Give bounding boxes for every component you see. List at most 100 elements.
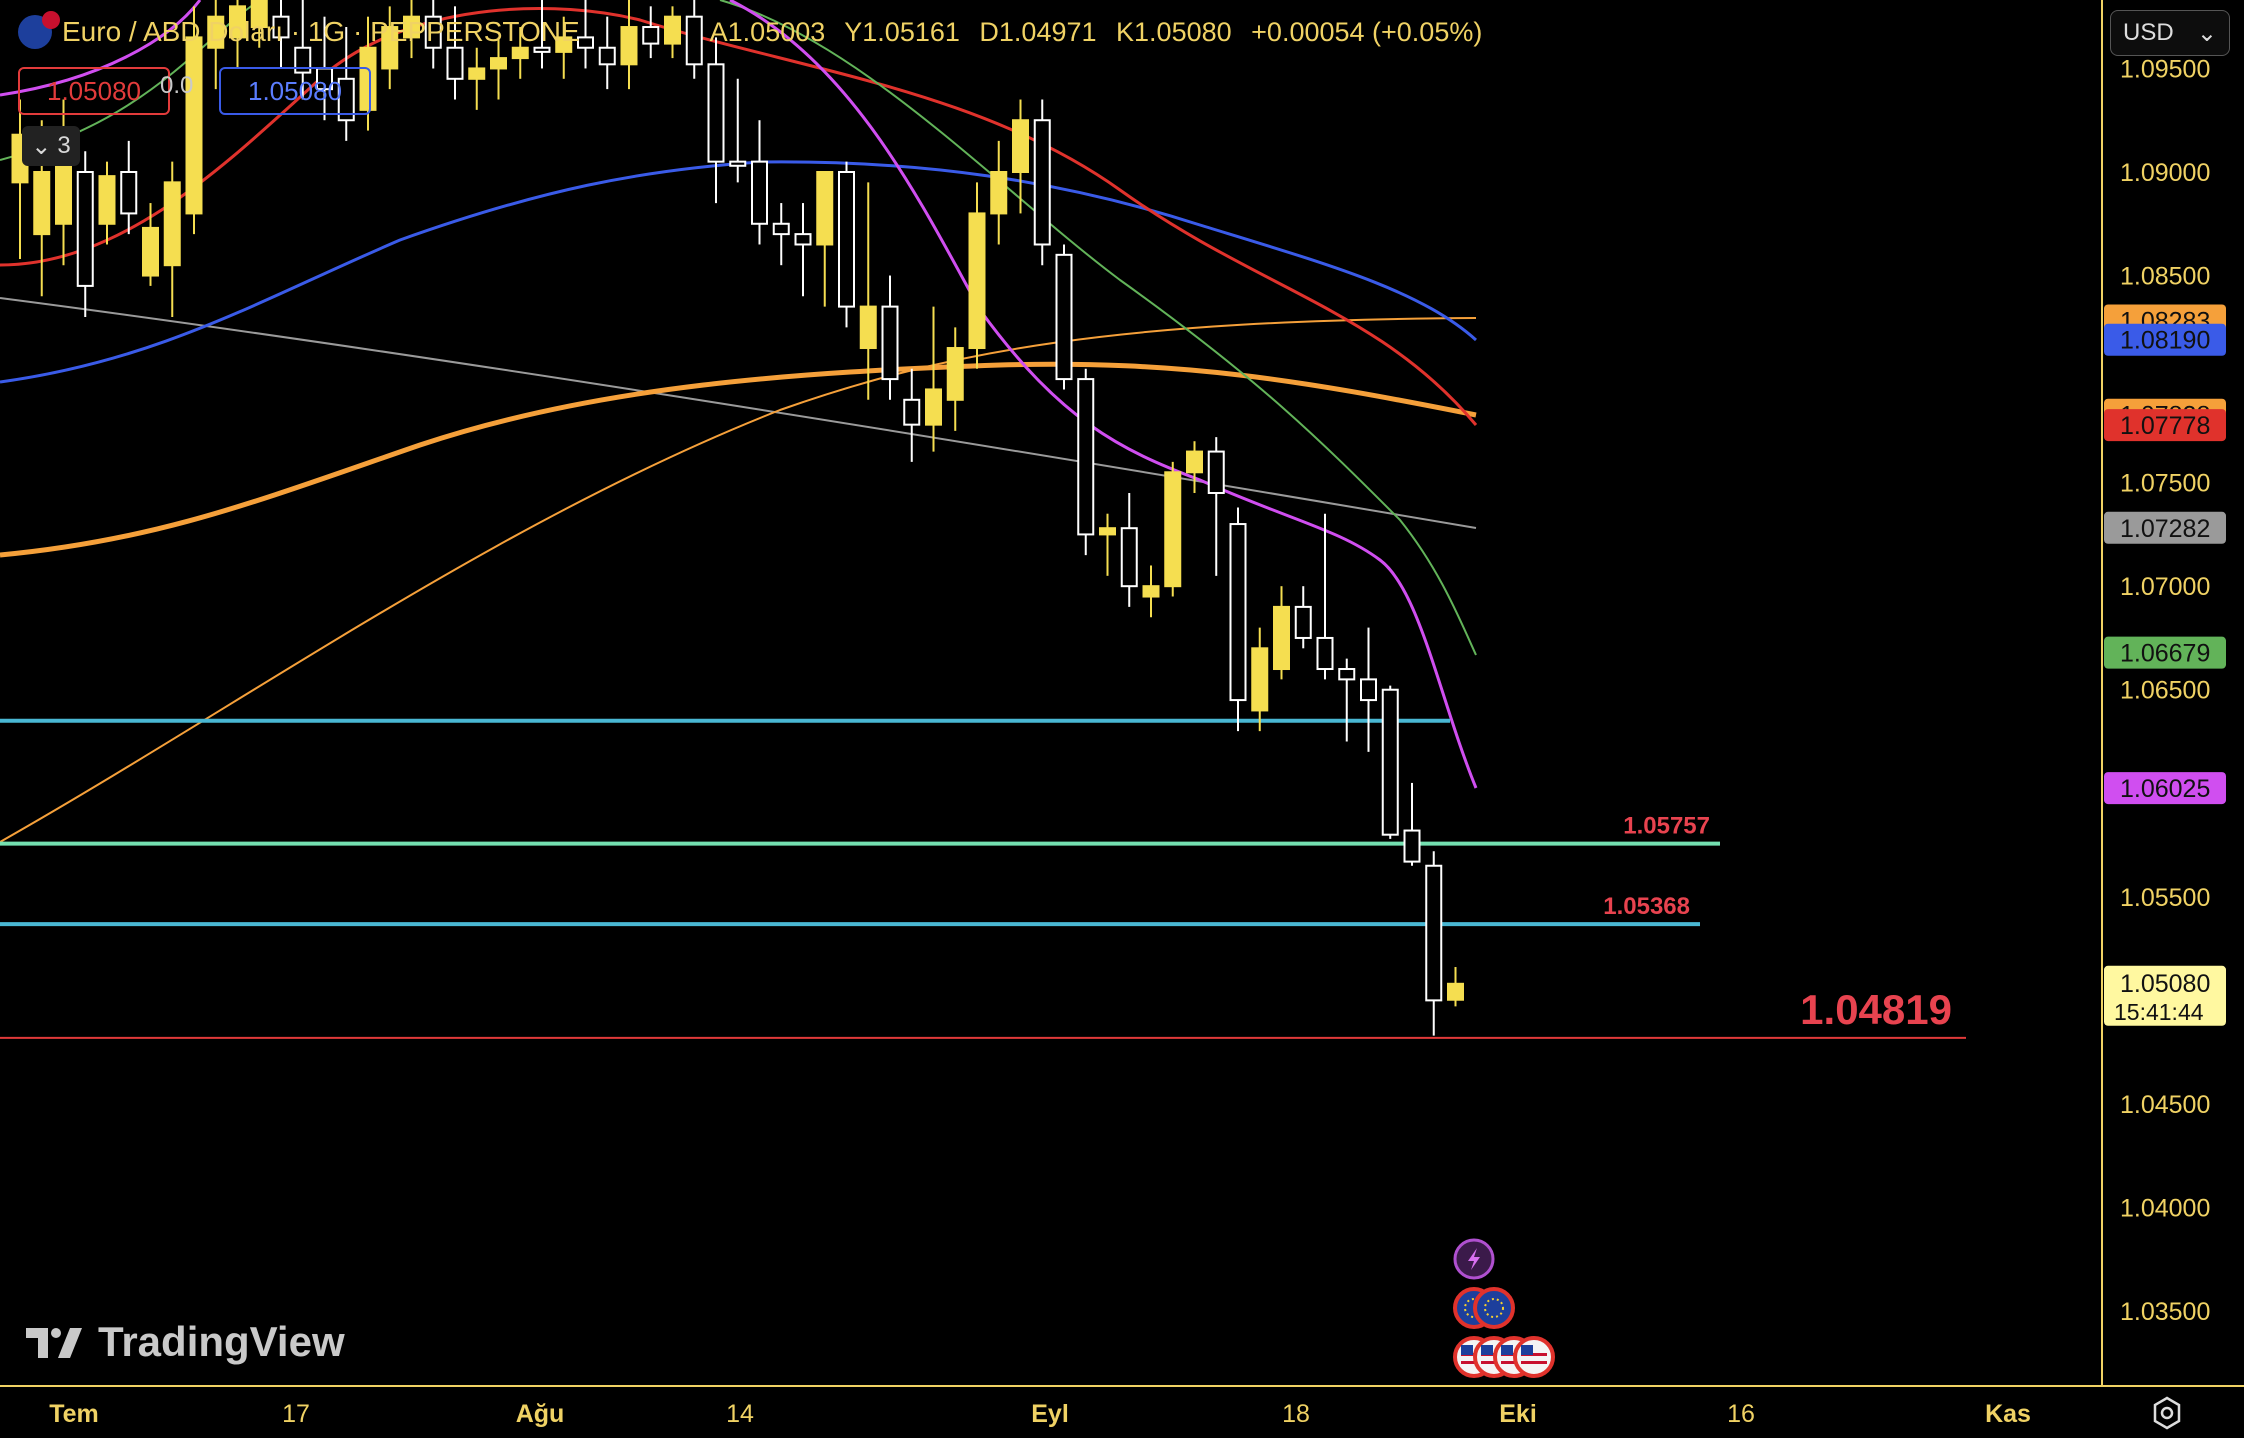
candle[interactable] bbox=[1033, 99, 1051, 266]
candle-body bbox=[1381, 688, 1399, 836]
candle[interactable] bbox=[1055, 244, 1073, 390]
price-chart[interactable]: 1.05757 1.05368 1.04819 1.09500 1.09000 1.08… bbox=[0, 0, 2244, 1438]
price-tick-label: 1.04000 bbox=[2120, 1194, 2210, 1222]
price-label-text: 1.07282 bbox=[2120, 515, 2210, 543]
change-value: +0.00054 (+0.05%) bbox=[1251, 16, 1483, 47]
high-value: Y1.05161 bbox=[844, 16, 960, 47]
candle-body bbox=[98, 175, 116, 225]
candle-body bbox=[1273, 605, 1290, 671]
price-tick-label: 1.07000 bbox=[2120, 573, 2210, 601]
candle-body bbox=[468, 67, 486, 80]
price-label: 1.07778 bbox=[2104, 409, 2226, 442]
candle-body bbox=[1142, 585, 1160, 598]
candle-body bbox=[751, 160, 768, 225]
candle-body bbox=[794, 233, 812, 246]
time-tick-label: 18 bbox=[1282, 1400, 1310, 1428]
open-value: A1.05003 bbox=[709, 16, 826, 47]
candle-body bbox=[990, 171, 1008, 215]
candle-body bbox=[120, 171, 138, 215]
time-tick-label: Ağu bbox=[516, 1400, 565, 1428]
lightning-icon[interactable] bbox=[1453, 1238, 1495, 1280]
candle-body bbox=[490, 57, 507, 70]
candle-body bbox=[1186, 450, 1203, 474]
watermark-text: TradingView bbox=[98, 1318, 345, 1365]
settings-gear-icon[interactable] bbox=[2150, 1396, 2184, 1430]
candle[interactable] bbox=[1229, 507, 1247, 732]
candle-body bbox=[946, 347, 964, 401]
time-tick-label: 16 bbox=[1727, 1400, 1755, 1428]
candle-body bbox=[881, 305, 899, 381]
candle-body bbox=[1403, 829, 1421, 863]
time-tick-label: Eyl bbox=[1031, 1400, 1069, 1428]
candle-body bbox=[1360, 678, 1377, 702]
time-tick-label: 17 bbox=[282, 1400, 310, 1428]
candle-body bbox=[142, 226, 159, 277]
candle-body bbox=[1207, 450, 1225, 494]
candle[interactable] bbox=[1381, 685, 1399, 839]
ask-price: 1.05080 bbox=[248, 75, 342, 106]
price-label-text: 1.08190 bbox=[2120, 327, 2210, 355]
time-tick-label: 14 bbox=[726, 1400, 754, 1428]
candle[interactable] bbox=[1164, 461, 1182, 597]
candle-body bbox=[1294, 605, 1312, 639]
us-flag-icon[interactable] bbox=[1513, 1336, 1555, 1378]
price-label: 1.06679 bbox=[2104, 636, 2226, 669]
price-tick-label: 1.07500 bbox=[2120, 470, 2210, 498]
buy-button[interactable]: 1.05080 bbox=[219, 67, 371, 115]
spread-value: 0.0 bbox=[160, 72, 194, 99]
price-label: 1.08190 bbox=[2104, 323, 2226, 356]
horizontal-line-label: 1.05368 bbox=[1603, 893, 1690, 920]
price-tick-label: 1.03500 bbox=[2120, 1298, 2210, 1326]
time-tick-label: Tem bbox=[49, 1400, 99, 1428]
candle-body bbox=[185, 36, 203, 215]
bar-countdown: 15:41:44 bbox=[2114, 999, 2204, 1025]
candle-body bbox=[33, 171, 51, 236]
candle-body bbox=[968, 212, 986, 350]
close-value: K1.05080 bbox=[1116, 16, 1232, 47]
candle-body bbox=[1012, 119, 1029, 173]
horizontal-line-label: 1.05757 bbox=[1623, 813, 1710, 840]
indicator-count: 3 bbox=[57, 132, 71, 159]
tradingview-logo-icon bbox=[26, 1328, 82, 1358]
time-tick-label: Eki bbox=[1499, 1400, 1537, 1428]
low-value: D1.04971 bbox=[979, 16, 1097, 47]
price-tick-label: 1.05500 bbox=[2120, 884, 2210, 912]
candle-body bbox=[76, 171, 94, 287]
price-label-text: 1.06679 bbox=[2120, 640, 2210, 668]
candle-body bbox=[446, 46, 464, 80]
eu-flag-icon bbox=[18, 11, 60, 49]
candle-body bbox=[1033, 119, 1051, 246]
candle-body bbox=[729, 160, 747, 167]
price-label-text: 1.07778 bbox=[2120, 412, 2210, 440]
sell-button[interactable]: 1.05080 bbox=[18, 67, 170, 115]
price-label-text: 1.06025 bbox=[2120, 775, 2210, 803]
candle-body bbox=[859, 305, 877, 350]
ohlc-readout: A1.05003 Y1.05161 D1.04971 K1.05080 +0.0… bbox=[710, 17, 1495, 48]
candle-body bbox=[772, 222, 790, 236]
candle-body bbox=[1425, 864, 1443, 1002]
currency-select[interactable]: USD ⌄ bbox=[2110, 10, 2230, 56]
candle-body bbox=[1055, 253, 1073, 381]
price-tick-label: 1.09000 bbox=[2120, 159, 2210, 187]
symbol-title[interactable]: Euro / ABD Doları · 1G · PEPPERSTONE bbox=[62, 16, 580, 48]
candle[interactable] bbox=[838, 161, 855, 328]
candle-body bbox=[1338, 668, 1356, 681]
price-tick-label: 1.08500 bbox=[2120, 263, 2210, 291]
eu-flag-icon[interactable] bbox=[1473, 1287, 1515, 1329]
candle-body bbox=[925, 388, 942, 426]
candle-body bbox=[1099, 527, 1116, 536]
tradingview-watermark[interactable]: TradingView bbox=[24, 1318, 345, 1366]
currency-value: USD bbox=[2123, 19, 2174, 46]
candle-body bbox=[838, 171, 855, 308]
candle-body bbox=[1447, 982, 1464, 1001]
candle-body bbox=[816, 171, 834, 246]
indicator-collapse-button[interactable]: ⌄ 3 bbox=[22, 126, 80, 166]
candle-body bbox=[1164, 471, 1182, 588]
chevron-down-icon: ⌄ bbox=[31, 132, 52, 160]
chevron-down-icon: ⌄ bbox=[2196, 19, 2217, 47]
symbol-header[interactable]: Euro / ABD Doları · 1G · PEPPERSTONE A1.… bbox=[18, 11, 1495, 52]
price-tick-label: 1.04500 bbox=[2120, 1091, 2210, 1119]
last-price-value: 1.05080 bbox=[2120, 970, 2210, 998]
candle-body bbox=[903, 398, 921, 426]
candle[interactable] bbox=[1077, 368, 1095, 556]
